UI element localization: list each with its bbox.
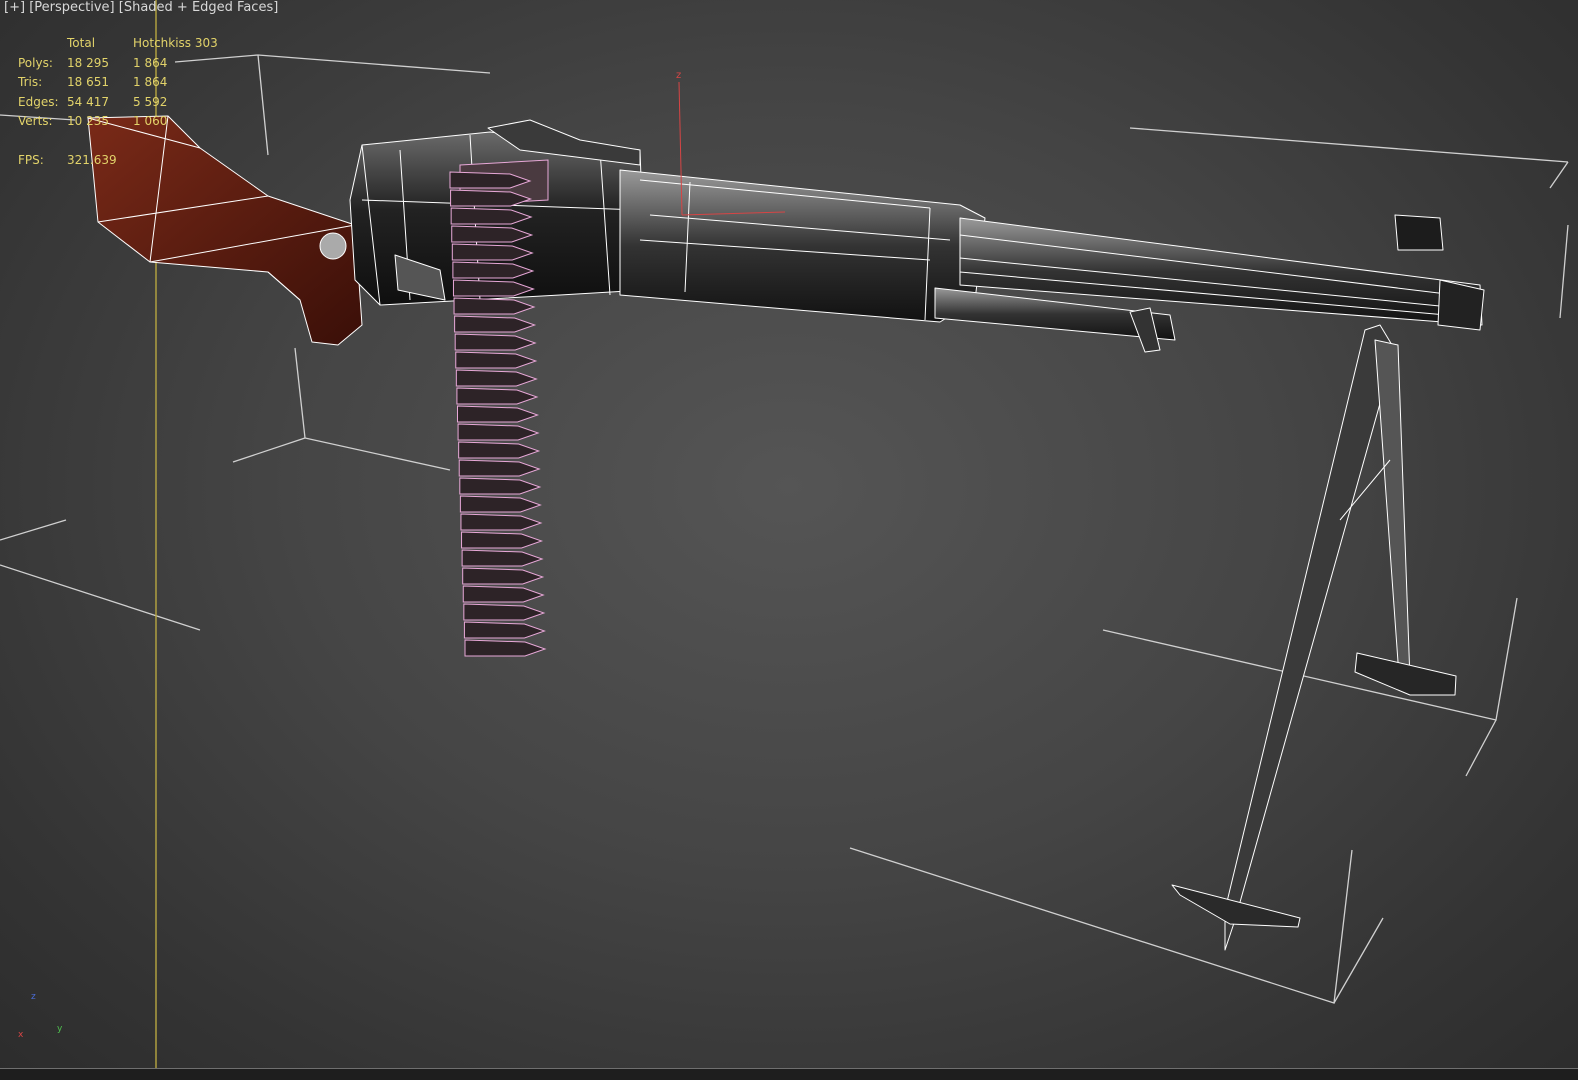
stats-row-tris: Tris: 18 651 1 864 — [18, 73, 223, 93]
pivot-axis-z-label: z — [676, 70, 682, 81]
cartridge — [464, 639, 547, 657]
hotchkiss-gun-model[interactable] — [87, 115, 1485, 951]
gizmo-x-label: x — [18, 1030, 24, 1040]
stats-header-total: Total — [67, 36, 96, 50]
cartridge — [456, 387, 539, 405]
viewport-menu-plus[interactable]: [+] — [4, 0, 25, 15]
scene-3d[interactable] — [0, 0, 1578, 1080]
cartridge — [460, 513, 543, 531]
viewport-menu-perspective[interactable]: [Perspective] — [29, 0, 114, 15]
cartridge — [457, 405, 540, 423]
cartridge — [462, 567, 545, 585]
cartridge — [453, 297, 536, 315]
cartridge — [459, 477, 542, 495]
viewport-bottom-border — [0, 1068, 1578, 1080]
gizmo-z-label: z — [31, 992, 36, 1002]
viewport-label[interactable]: [+] [Perspective] [Shaded + Edged Faces] — [4, 0, 278, 15]
stats-label: Edges: — [18, 94, 59, 109]
perspective-viewport[interactable]: [+] [Perspective] [Shaded + Edged Faces]… — [0, 0, 1578, 1080]
stats-selected: 1 864 — [133, 55, 168, 70]
fps-label: FPS: — [18, 152, 44, 167]
cartridge — [461, 531, 544, 549]
cartridge — [454, 333, 537, 351]
cartridge — [462, 585, 545, 603]
stats-label: Verts: — [18, 114, 53, 128]
stats-selected: 5 592 — [133, 94, 168, 109]
cartridge — [455, 369, 538, 387]
cartridge — [463, 621, 546, 639]
cartridge — [458, 441, 541, 459]
stats-spacer — [18, 132, 223, 151]
stats-selected: 1 060 — [133, 114, 168, 128]
stats-header-selected: Hotchkiss 303 — [133, 36, 218, 50]
stats-total: 18 295 — [67, 55, 109, 70]
stats-total: 18 651 — [67, 75, 109, 89]
stats-total: 54 417 — [67, 94, 109, 109]
viewport-menu-shading[interactable]: [Shaded + Edged Faces] — [119, 0, 279, 15]
stats-total: 10 235 — [67, 114, 109, 128]
gizmo-y-label: y — [57, 1024, 63, 1034]
cartridge — [455, 351, 538, 369]
stats-row-polys: Polys: 18 295 1 864 — [18, 54, 223, 74]
stats-row-verts: Verts: 10 235 1 060 — [18, 112, 223, 132]
cartridge — [461, 549, 544, 567]
statistics-overlay: Total Hotchkiss 303 Polys: 18 295 1 864 … — [18, 34, 223, 170]
cartridge — [459, 495, 542, 513]
stats-label: Tris: — [18, 75, 43, 89]
cartridge — [454, 315, 537, 333]
stats-row-fps: FPS: 321.639 — [18, 151, 223, 171]
fps-value: 321.639 — [67, 152, 117, 167]
stats-row-edges: Edges: 54 417 5 592 — [18, 93, 223, 113]
cartridge — [463, 603, 546, 621]
stats-header-blank — [18, 34, 67, 54]
stats-header-row: Total Hotchkiss 303 — [18, 34, 223, 54]
stats-selected: 1 864 — [133, 75, 168, 89]
cartridge — [458, 459, 541, 477]
cartridge — [457, 423, 540, 441]
stats-label: Polys: — [18, 55, 53, 70]
